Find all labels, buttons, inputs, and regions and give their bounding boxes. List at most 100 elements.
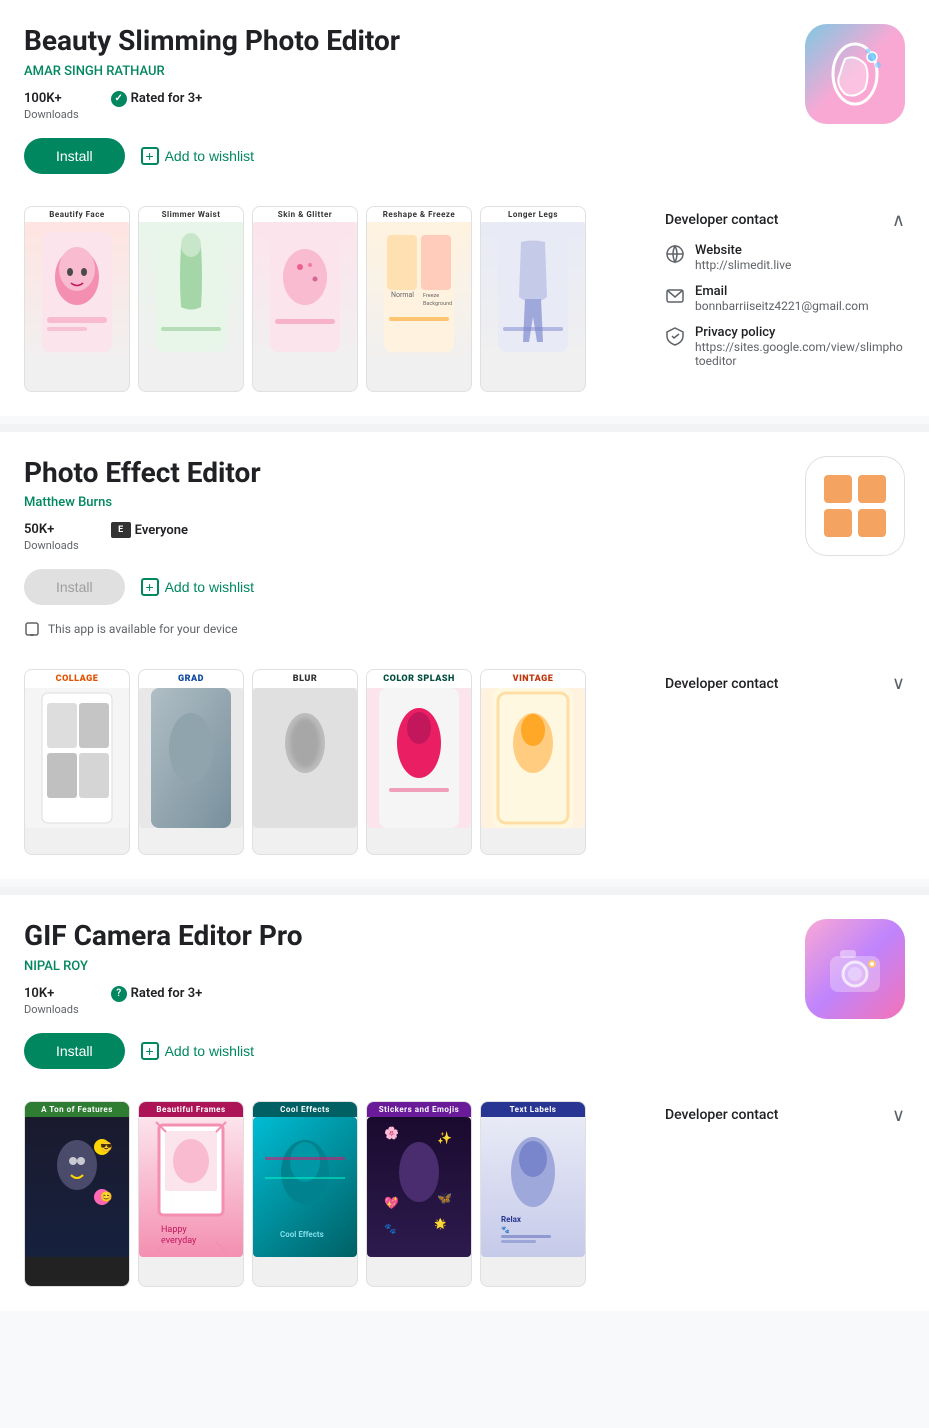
app3-dev-contact: Developer contact ∨: [665, 1101, 905, 1311]
app3-ss1-label: A Ton of Features: [25, 1102, 129, 1117]
app1-rating-label: [111, 109, 114, 122]
app2-screenshots-row: COLLAGE GR: [24, 669, 641, 879]
svg-text:🐾: 🐾: [384, 1223, 396, 1235]
app1-actions: Install + Add to wishlist: [24, 138, 805, 174]
app2-ss5-graphic: [493, 688, 573, 828]
app2-rating-value: E Everyone: [111, 522, 188, 538]
app3-downloads-value: 10K+: [24, 986, 54, 1001]
app2-icon: [805, 456, 905, 556]
app2-wishlist-button[interactable]: + Add to wishlist: [141, 578, 254, 596]
app2-actions: Install + Add to wishlist: [24, 569, 805, 605]
app1-privacy-item: Privacy policy https://sites.google.com/…: [665, 325, 905, 368]
svg-text:everyday: everyday: [161, 1236, 197, 1246]
app2-screenshots-container: COLLAGE GR: [24, 669, 641, 879]
app1-rating-value: ✓ Rated for 3+: [111, 91, 203, 107]
app3-screenshot-4: Stickers and Emojis 🌸 ✨ 💖 🦋 🐾 🌟: [366, 1101, 472, 1287]
app2-downloads-label: Downloads: [24, 539, 79, 552]
app3-title: GIF Camera Editor Pro: [24, 919, 805, 953]
app3-header: GIF Camera Editor Pro NIPAL ROY 10K+ Dow…: [24, 919, 905, 1085]
app2-tile-2: [858, 475, 886, 503]
svg-text:✨: ✨: [437, 1131, 452, 1145]
app1-email-text: Email bonnbarriiseitz4221@gmail.com: [695, 284, 905, 313]
app1-dev-contact: Developer contact ∧ Website http://slime…: [665, 206, 905, 416]
app2-wishlist-icon: +: [141, 578, 159, 596]
app2-ss5-label: VINTAGE: [481, 670, 585, 688]
app1-email-value[interactable]: bonnbarriiseitz4221@gmail.com: [695, 299, 905, 313]
app3-dev-contact-header[interactable]: Developer contact ∨: [665, 1105, 905, 1138]
app3-screenshot-5: Text Labels Relax 🐾: [480, 1101, 586, 1287]
app3-screenshot-2: Beautiful Frames Happy everyday: [138, 1101, 244, 1287]
app1-website-label: Website: [695, 243, 905, 258]
app2-ss3-img: [253, 688, 357, 828]
app1-privacy-label: Privacy policy: [695, 325, 905, 340]
app1-ss2-label: Slimmer Waist: [139, 207, 243, 222]
app2-ss1-graphic: [37, 688, 117, 828]
app1-screenshot-2: Slimmer Waist: [138, 206, 244, 392]
app2-screenshot-2: GRAD: [138, 669, 244, 855]
app3-ss5-img: Relax 🐾: [481, 1117, 585, 1257]
app1-website-url[interactable]: http://slimedit.live: [695, 258, 905, 272]
app3-icon-svg: [820, 934, 890, 1004]
app1-screenshot-1: Beautify Face: [24, 206, 130, 392]
app3-screenshot-3: Cool Effects Cool Effects: [252, 1101, 358, 1287]
app1-ss4-label: Reshape & Freeze: [367, 207, 471, 222]
app1-install-button[interactable]: Install: [24, 138, 125, 174]
app1-ss4-img: Normal Freeze Background: [367, 222, 471, 362]
app3-wishlist-button[interactable]: + Add to wishlist: [141, 1042, 254, 1060]
app1-privacy-url[interactable]: https://sites.google.com/view/slimphotoe…: [695, 340, 905, 368]
app3-rating-value: ? Rated for 3+: [111, 986, 203, 1002]
app3-ss1-img: 😎 😊: [25, 1117, 129, 1257]
app1-header: Beauty Slimming Photo Editor AMAR SINGH …: [24, 24, 905, 190]
app1-ss5-graphic: [493, 227, 573, 357]
app3-wishlist-label: Add to wishlist: [165, 1043, 254, 1059]
app2-rating-text: Everyone: [135, 523, 188, 538]
app1-email-icon: [665, 285, 685, 305]
app1-dev-contact-header[interactable]: Developer contact ∧: [665, 210, 905, 243]
app1-content-row: Beautify Face: [24, 206, 905, 416]
svg-text:🐾: 🐾: [501, 1226, 510, 1234]
svg-text:🌟: 🌟: [434, 1217, 446, 1230]
app3-rating-label: [111, 1004, 114, 1017]
app2-ss2-img: [139, 688, 243, 828]
app2-screenshot-4: COLOR SPLASH: [366, 669, 472, 855]
app1-title: Beauty Slimming Photo Editor: [24, 24, 805, 58]
app1-screenshot-5: Longer Legs: [480, 206, 586, 392]
app3-ss3-label: Cool Effects: [253, 1102, 357, 1117]
app1-rating-icon: ✓: [111, 91, 127, 107]
svg-text:🦋: 🦋: [437, 1191, 452, 1205]
app2-screenshot-5: VINTAGE: [480, 669, 586, 855]
app1-ss1-graphic: [37, 227, 117, 357]
app1-developer[interactable]: AMAR SINGH RATHAUR: [24, 64, 805, 79]
app1-privacy-text: Privacy policy https://sites.google.com/…: [695, 325, 905, 368]
app1-downloads-value: 100K+: [24, 91, 62, 106]
app2-stats: 50K+ Downloads E Everyone: [24, 522, 805, 553]
app2-ss4-img: [367, 688, 471, 828]
app3-ss2-graphic: Happy everyday: [151, 1117, 231, 1257]
app3-developer[interactable]: NIPAL ROY: [24, 959, 805, 974]
app1-dev-contact-items: Website http://slimedit.live Email bonnb…: [665, 243, 905, 368]
svg-text:Normal: Normal: [391, 291, 414, 299]
app3-install-button[interactable]: Install: [24, 1033, 125, 1069]
app2-dev-contact-title: Developer contact: [665, 676, 778, 692]
app2-downloads-value: 50K+: [24, 522, 54, 537]
app1-ss1-img: [25, 222, 129, 362]
app2-install-button: Install: [24, 569, 125, 605]
app3-ss5-label: Text Labels: [481, 1102, 585, 1117]
app1-wishlist-button[interactable]: + Add to wishlist: [141, 147, 254, 165]
svg-text:Relax: Relax: [501, 1215, 522, 1224]
app2-developer[interactable]: Matthew Burns: [24, 495, 805, 510]
app3-rating-icon: ?: [111, 986, 127, 1002]
divider-2: [0, 887, 929, 895]
app2-rating-stat: E Everyone: [111, 522, 188, 553]
app3-dev-contact-chevron: ∨: [892, 1105, 905, 1126]
app2-content-row: COLLAGE GR: [24, 669, 905, 879]
app2-ss2-graphic: [151, 688, 231, 828]
app3-ss3-graphic: Cool Effects: [265, 1117, 345, 1257]
app1-downloads-stat: 100K+ Downloads: [24, 91, 79, 122]
app1-ss5-label: Longer Legs: [481, 207, 585, 222]
app1-ss2-img: [139, 222, 243, 362]
app2-dev-contact-header[interactable]: Developer contact ∨: [665, 673, 905, 706]
app1-email-item: Email bonnbarriiseitz4221@gmail.com: [665, 284, 905, 313]
app1-ss5-img: [481, 222, 585, 362]
app2-tile-4: [858, 509, 886, 537]
